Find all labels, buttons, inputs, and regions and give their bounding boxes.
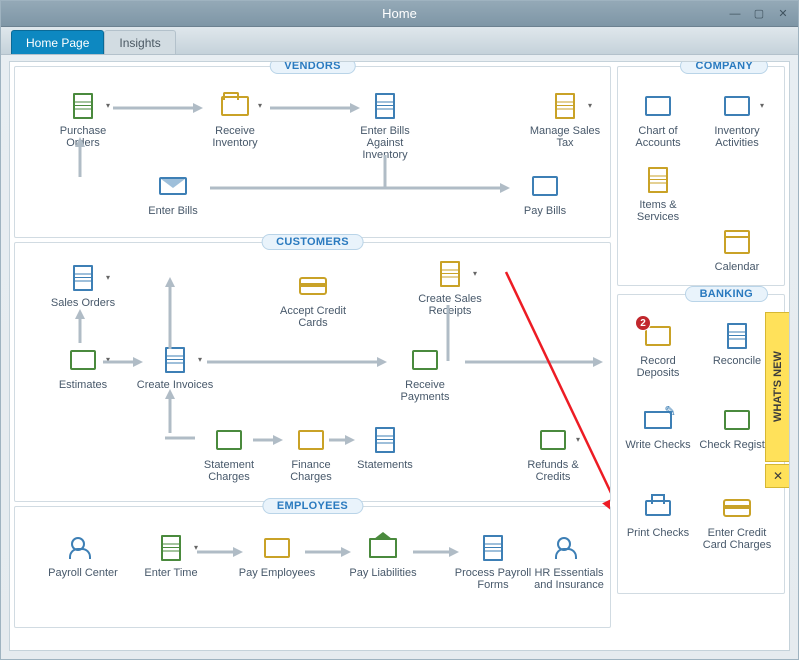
timesheet-icon [154,531,188,565]
arrow-icon [465,357,603,367]
payment-icon [408,343,442,377]
envelope-icon [156,169,190,203]
section-vendors: VENDORS Purchase Orders Receive Inventor… [14,66,611,238]
window-title: Home [382,6,417,21]
accept-credit-cards[interactable]: Accept Credit Cards [273,269,353,329]
tab-home-page[interactable]: Home Page [11,30,104,54]
section-company: COMPANY Chart of Accounts Inventory Acti… [617,66,785,286]
sales-orders[interactable]: Sales Orders [43,261,123,309]
register-icon [720,403,754,437]
hr-icon [552,531,586,565]
box-icon [218,89,252,123]
print-checks[interactable]: Print Checks [622,491,694,539]
invoice-icon [158,343,192,377]
section-label-customers: CUSTOMERS [261,234,364,250]
statement-charges[interactable]: Statement Charges [189,423,269,483]
ledger-icon [641,89,675,123]
finance-charges[interactable]: Finance Charges [271,423,351,483]
section-employees: EMPLOYEES Payroll Center Enter Time Pay … [14,506,611,628]
receive-payments[interactable]: Receive Payments [385,343,465,403]
section-customers: CUSTOMERS Sales Orders Accept Credit Car… [14,242,611,502]
document-icon [66,89,100,123]
tax-icon [548,89,582,123]
hr-essentials[interactable]: HR Essentials and Insurance [527,531,611,591]
receive-inventory[interactable]: Receive Inventory [195,89,275,149]
section-banking: BANKING 2 Record Deposits Reconcile Writ… [617,294,785,594]
tabbar: Home Page Insights [1,27,798,55]
reconcile-icon [720,319,754,353]
whats-new-close[interactable]: ✕ [765,464,790,488]
money-back-icon [536,423,570,457]
document-icon [66,261,100,295]
section-label-company: COMPANY [680,61,768,74]
badge-count: 2 [635,315,651,331]
people-icon [66,531,100,565]
tab-insights[interactable]: Insights [104,30,175,54]
printer-icon [641,491,675,525]
close-button[interactable]: ✕ [774,6,792,22]
forms-icon [476,531,510,565]
arrow-icon [75,309,85,343]
section-label-banking: BANKING [685,286,768,302]
section-label-vendors: VENDORS [269,61,356,74]
credit-card-icon [720,491,754,525]
titlebar: Home — ▢ ✕ [1,1,798,27]
enter-bills[interactable]: Enter Bills [133,169,213,217]
items-services[interactable]: Items & Services [622,163,694,223]
payroll-center[interactable]: Payroll Center [43,531,123,579]
statement-icon [368,423,402,457]
minimize-button[interactable]: — [726,6,744,22]
paycheck-icon [260,531,294,565]
estimates[interactable]: Estimates [43,343,123,391]
arrow-icon [207,357,387,367]
refunds-credits[interactable]: Refunds & Credits [513,423,593,483]
section-label-employees: EMPLOYEES [262,498,363,514]
enter-credit-card-charges[interactable]: Enter Credit Card Charges [698,491,776,551]
record-deposits[interactable]: 2 Record Deposits [622,319,694,379]
inventory-activities[interactable]: Inventory Activities [698,89,776,149]
arrow-icon [113,103,203,113]
enter-bills-against-inventory[interactable]: Enter Bills Against Inventory [345,89,425,161]
receipt-icon [433,257,467,291]
content-area: VENDORS Purchase Orders Receive Inventor… [9,61,790,651]
pay-bills[interactable]: Pay Bills [505,169,585,217]
pay-employees[interactable]: Pay Employees [237,531,317,579]
ledger-icon [212,423,246,457]
enter-time[interactable]: Enter Time [131,531,211,579]
money-icon [528,169,562,203]
inventory-icon [720,89,754,123]
statements[interactable]: Statements [345,423,425,471]
arrow-icon [165,389,175,433]
create-invoices[interactable]: Create Invoices [135,343,215,391]
credit-card-icon [296,269,330,303]
process-payroll-forms[interactable]: Process Payroll Forms [453,531,533,591]
maximize-button[interactable]: ▢ [750,6,768,22]
calendar[interactable]: Calendar [698,225,776,273]
manage-sales-tax[interactable]: Manage Sales Tax [525,89,605,149]
percent-icon [294,423,328,457]
calculator-icon [66,343,100,377]
calendar-icon [720,225,754,259]
bank-icon [366,531,400,565]
deposit-icon: 2 [641,319,675,353]
write-check-icon [641,403,675,437]
bill-icon [368,89,402,123]
arrow-icon [210,183,510,193]
whats-new-tab[interactable]: WHAT'S NEW [765,312,790,462]
chart-of-accounts[interactable]: Chart of Accounts [622,89,694,149]
purchase-orders[interactable]: Purchase Orders [43,89,123,149]
arrow-icon [165,277,175,349]
write-checks[interactable]: Write Checks [622,403,694,451]
create-sales-receipts[interactable]: Create Sales Receipts [410,257,490,317]
pay-liabilities[interactable]: Pay Liabilities [343,531,423,579]
items-icon [641,163,675,197]
